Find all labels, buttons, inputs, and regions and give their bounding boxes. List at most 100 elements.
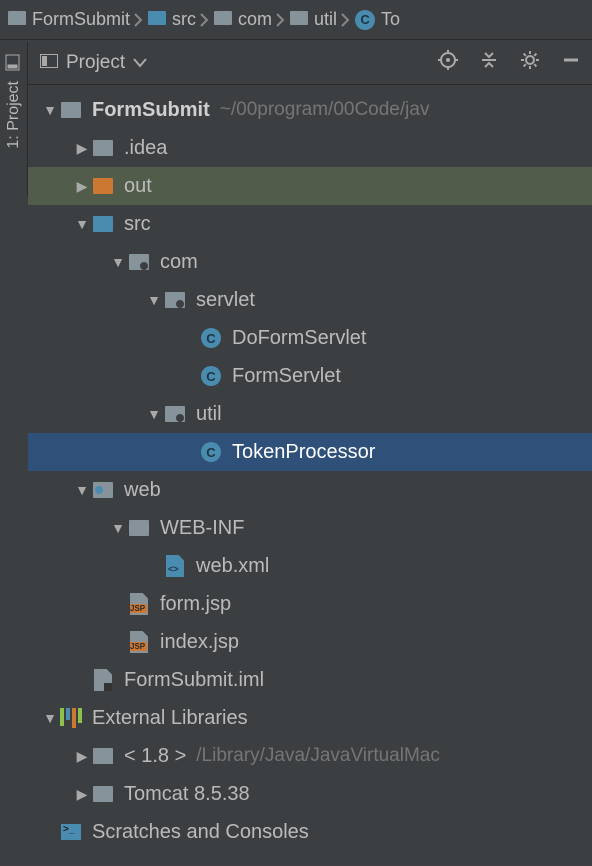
source-folder-icon bbox=[148, 9, 166, 30]
tree-label: servlet bbox=[196, 289, 255, 312]
tree-label: web.xml bbox=[196, 555, 269, 578]
web-folder-icon bbox=[92, 479, 114, 501]
project-tab-icon bbox=[3, 55, 24, 71]
folder-icon bbox=[128, 517, 150, 539]
expand-arrow-icon[interactable]: ▼ bbox=[72, 482, 92, 498]
jdk-icon bbox=[92, 745, 114, 767]
tree-label: src bbox=[124, 213, 151, 236]
class-icon: C bbox=[200, 365, 222, 387]
tree-label: Scratches and Consoles bbox=[92, 821, 309, 844]
tree-class-formservlet[interactable]: ▶ C FormServlet bbox=[28, 357, 592, 395]
tree-package-com[interactable]: ▼ com bbox=[28, 243, 592, 281]
project-tab-label: 1: Project bbox=[5, 81, 23, 149]
expand-arrow-icon[interactable]: ▼ bbox=[72, 216, 92, 232]
tree-class-doformservlet[interactable]: ▶ C DoFormServlet bbox=[28, 319, 592, 357]
libraries-icon bbox=[60, 707, 82, 729]
tree-label: FormSubmit bbox=[92, 99, 210, 122]
class-icon: C bbox=[355, 10, 375, 30]
jsp-file-icon bbox=[128, 631, 150, 653]
tree-file-webxml[interactable]: ▶ web.xml bbox=[28, 547, 592, 585]
tree-label: DoFormServlet bbox=[232, 327, 366, 350]
tree-label: TokenProcessor bbox=[232, 441, 375, 464]
tree-label: web bbox=[124, 479, 161, 502]
tree-folder-idea[interactable]: ▶ .idea bbox=[28, 129, 592, 167]
tree-label: < 1.8 > bbox=[124, 745, 186, 768]
scratches-icon bbox=[60, 821, 82, 843]
expand-arrow-icon[interactable]: ▶ bbox=[72, 786, 92, 803]
breadcrumb-com[interactable]: com bbox=[214, 9, 272, 30]
folder-icon bbox=[92, 137, 114, 159]
tree-folder-out[interactable]: ▶ out bbox=[28, 167, 592, 205]
package-icon bbox=[128, 251, 150, 273]
chevron-right-icon bbox=[276, 12, 286, 28]
package-icon bbox=[164, 403, 186, 425]
module-folder-icon bbox=[8, 9, 26, 30]
tree-label: out bbox=[124, 175, 152, 198]
breadcrumbs[interactable]: FormSubmit src com util C To bbox=[0, 0, 592, 40]
iml-file-icon bbox=[92, 669, 114, 691]
panel-title-dropdown[interactable]: Project bbox=[40, 52, 147, 74]
folder-icon bbox=[290, 9, 308, 30]
expand-arrow-icon[interactable]: ▼ bbox=[144, 292, 164, 308]
project-tree[interactable]: ▼ FormSubmit ~/00program/00Code/jav ▶ .i… bbox=[28, 85, 592, 857]
breadcrumb-module[interactable]: FormSubmit bbox=[8, 9, 130, 30]
expand-arrow-icon[interactable]: ▼ bbox=[144, 406, 164, 422]
module-folder-icon bbox=[60, 99, 82, 121]
tree-file-iml[interactable]: ▶ FormSubmit.iml bbox=[28, 661, 592, 699]
breadcrumb-util[interactable]: util bbox=[290, 9, 337, 30]
tree-tomcat[interactable]: ▶ Tomcat 8.5.38 bbox=[28, 775, 592, 813]
breadcrumb-src[interactable]: src bbox=[148, 9, 196, 30]
chevron-right-icon bbox=[200, 12, 210, 28]
expand-arrow-icon[interactable]: ▶ bbox=[72, 748, 92, 765]
chevron-right-icon bbox=[341, 12, 351, 28]
locate-icon[interactable] bbox=[438, 50, 458, 75]
library-folder-icon bbox=[92, 783, 114, 805]
breadcrumb-label: To bbox=[381, 9, 400, 30]
minimize-icon[interactable] bbox=[562, 51, 580, 74]
source-folder-icon bbox=[92, 213, 114, 235]
tree-path-hint: ~/00program/00Code/jav bbox=[220, 99, 430, 121]
collapse-all-icon[interactable] bbox=[480, 51, 498, 74]
breadcrumb-class[interactable]: C To bbox=[355, 9, 400, 30]
panel-header: Project bbox=[28, 41, 592, 85]
breadcrumb-label: src bbox=[172, 9, 196, 30]
tree-label: WEB-INF bbox=[160, 517, 244, 540]
package-icon bbox=[164, 289, 186, 311]
tree-folder-webinf[interactable]: ▼ WEB-INF bbox=[28, 509, 592, 547]
project-tool-tab[interactable]: 1: Project bbox=[0, 42, 28, 197]
expand-arrow-icon[interactable]: ▼ bbox=[40, 710, 60, 726]
tree-file-formjsp[interactable]: ▶ form.jsp bbox=[28, 585, 592, 623]
expand-arrow-icon[interactable]: ▶ bbox=[72, 178, 92, 195]
tree-package-servlet[interactable]: ▼ servlet bbox=[28, 281, 592, 319]
breadcrumb-label: com bbox=[238, 9, 272, 30]
jsp-file-icon bbox=[128, 593, 150, 615]
tree-label: FormSubmit.iml bbox=[124, 669, 264, 692]
tree-package-util[interactable]: ▼ util bbox=[28, 395, 592, 433]
tree-class-tokenprocessor[interactable]: ▶ C TokenProcessor bbox=[28, 433, 592, 471]
expand-arrow-icon[interactable]: ▼ bbox=[40, 102, 60, 118]
tree-label: .idea bbox=[124, 137, 167, 160]
gear-icon[interactable] bbox=[520, 50, 540, 75]
tree-label: Tomcat 8.5.38 bbox=[124, 783, 250, 806]
tree-folder-web[interactable]: ▼ web bbox=[28, 471, 592, 509]
breadcrumb-label: util bbox=[314, 9, 337, 30]
chevron-right-icon bbox=[134, 12, 144, 28]
tree-external-libraries[interactable]: ▼ External Libraries bbox=[28, 699, 592, 737]
folder-icon bbox=[214, 9, 232, 30]
chevron-down-icon bbox=[133, 52, 147, 74]
tree-jdk[interactable]: ▶ < 1.8 > /Library/Java/JavaVirtualMac bbox=[28, 737, 592, 775]
class-icon: C bbox=[200, 327, 222, 349]
class-icon: C bbox=[200, 441, 222, 463]
project-panel: Project ▼ FormSubmit ~/00program/ bbox=[28, 41, 592, 866]
excluded-folder-icon bbox=[92, 175, 114, 197]
tree-path-hint: /Library/Java/JavaVirtualMac bbox=[196, 745, 440, 767]
panel-title-text: Project bbox=[66, 52, 125, 74]
tree-module-root[interactable]: ▼ FormSubmit ~/00program/00Code/jav bbox=[28, 91, 592, 129]
tree-scratches[interactable]: ▶ Scratches and Consoles bbox=[28, 813, 592, 851]
expand-arrow-icon[interactable]: ▼ bbox=[108, 254, 128, 270]
tree-file-indexjsp[interactable]: ▶ index.jsp bbox=[28, 623, 592, 661]
tree-label: form.jsp bbox=[160, 593, 231, 616]
expand-arrow-icon[interactable]: ▼ bbox=[108, 520, 128, 536]
tree-folder-src[interactable]: ▼ src bbox=[28, 205, 592, 243]
expand-arrow-icon[interactable]: ▶ bbox=[72, 140, 92, 157]
